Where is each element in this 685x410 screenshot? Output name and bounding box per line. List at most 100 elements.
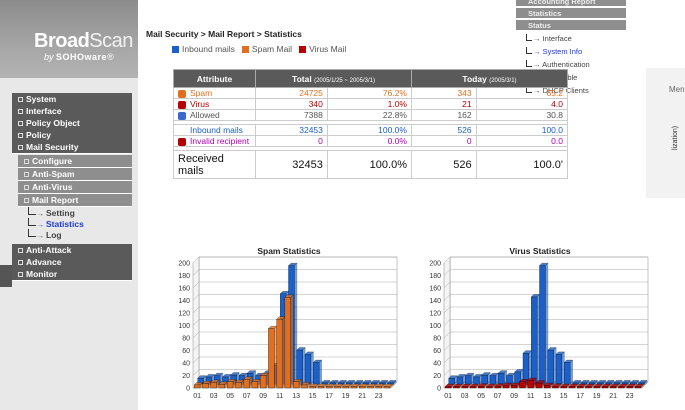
logo: BroadScan by SOHOware® <box>0 0 138 78</box>
bar-face <box>626 386 633 389</box>
cell-total: 0 <box>255 135 328 147</box>
side-note: lization) <box>672 125 679 150</box>
cell-today: 526 <box>410 124 477 136</box>
virus-chart: Virus Statistics 0 20 40 60 80 100 120 140 160 18… <box>422 246 658 406</box>
bar <box>292 378 302 389</box>
left-panel: BroadScan by SOHOware® System Interface Po… <box>0 0 138 410</box>
bar-side <box>290 294 294 389</box>
nav-item-label: Advance <box>26 257 62 267</box>
bar <box>226 378 236 389</box>
cell-attribute: Allowed <box>173 109 256 121</box>
y-tick-label: 40 <box>182 361 190 368</box>
nav-item-monitor[interactable]: Monitor <box>12 268 132 281</box>
x-tick-label: 01 <box>444 393 452 400</box>
legend-item-spam: Spam Mail <box>241 44 292 54</box>
menu-leaf-interface[interactable]: → Interface <box>526 34 572 44</box>
x-tick-label: 13 <box>292 393 300 400</box>
table-row-invalid-recipient: Invalid recipient 0 0.0% 0 0.0 <box>173 135 569 147</box>
bar-face <box>309 386 316 389</box>
bullet-icon <box>18 272 23 278</box>
cell-today: 0 <box>410 135 477 147</box>
bar <box>473 374 483 385</box>
bar-face <box>489 375 497 385</box>
cell-today: 162 <box>410 109 477 121</box>
bar <box>304 351 314 385</box>
bar <box>539 262 549 385</box>
bar-face <box>465 375 472 385</box>
bar-face <box>539 265 546 385</box>
bar-face <box>202 383 209 389</box>
nav-item-label: Monitor <box>26 269 58 279</box>
menu-bar-statistics[interactable]: Statistics <box>516 8 626 19</box>
x-tick-label: 13 <box>543 393 551 400</box>
nav-item-mail-security[interactable]: Mail Security <box>12 141 132 154</box>
bar-face <box>585 386 592 389</box>
row-label: Spam <box>190 88 213 98</box>
y-tick-label: 200 <box>429 261 441 268</box>
menu-bar-accounting-report[interactable]: Accounting Report <box>516 0 626 7</box>
bar-face <box>194 384 201 389</box>
bar <box>547 347 557 385</box>
y-tick-label: 200 <box>178 261 190 268</box>
bar-face <box>235 382 242 389</box>
cell-total: 32453 <box>255 150 328 179</box>
bar-face <box>268 328 275 389</box>
bar-face <box>453 386 460 389</box>
x-tick-label: 21 <box>358 393 366 400</box>
y-tick-label: 120 <box>178 311 190 318</box>
cell-today-pct: 0.0 <box>475 135 569 147</box>
menu-leaf-system-info[interactable]: → System Info <box>526 47 582 57</box>
menu-leaf-label: Authentication <box>542 60 590 69</box>
y-tick-label: 20 <box>433 373 441 380</box>
bar-face <box>486 386 493 389</box>
arrow-right-icon: → <box>533 34 543 43</box>
logo-title: BroadScan <box>34 30 133 52</box>
bullet-icon <box>18 145 23 151</box>
nav-item-label: Anti-Attack <box>26 245 72 255</box>
bar-face <box>367 386 374 389</box>
nav-subitem-configure[interactable]: Configure <box>18 155 132 168</box>
bar-face <box>544 385 551 389</box>
menu-leaf-label: System Info <box>542 47 583 56</box>
tree-line-icon <box>526 60 532 67</box>
cell-today: 526 <box>410 150 477 179</box>
bar-face <box>502 385 509 389</box>
legend: Inbound mails Spam Mail Virus Mail <box>172 44 346 54</box>
chart-title: Virus Statistics <box>509 246 571 256</box>
chart-title: Spam Statistics <box>257 246 321 256</box>
bullet-icon <box>18 260 23 266</box>
nav-item-label: System <box>26 94 57 104</box>
bar <box>497 370 508 385</box>
bar-face <box>383 386 390 389</box>
table-row-inbound: Inbound mails 32453 100.0% 526 100.0 <box>173 124 569 136</box>
bar-face <box>304 354 312 385</box>
bar-face <box>251 381 258 389</box>
x-tick-label: 11 <box>527 393 534 400</box>
bar-face <box>243 379 250 389</box>
bar <box>210 379 220 389</box>
bar-face <box>511 385 518 389</box>
bar-face <box>276 319 283 389</box>
menu-bar-status[interactable]: Status <box>516 20 626 31</box>
bar-face <box>293 381 300 389</box>
bar <box>296 347 306 385</box>
arrow-right-icon: → <box>37 222 44 229</box>
bar <box>243 376 253 389</box>
x-tick-label: 17 <box>576 393 584 400</box>
nav-subitem-mail-report[interactable]: Mail Report <box>18 194 132 207</box>
bar-face <box>445 386 452 389</box>
y-tick-label: 140 <box>429 298 441 305</box>
cell-total: 32453 <box>255 124 328 136</box>
bar-side <box>302 347 306 385</box>
mail-report-page: BroadScan by SOHOware® System Interface Po… <box>0 0 685 410</box>
nav-subitem-anti-virus[interactable]: Anti-Virus <box>18 181 132 194</box>
header-today: Today (2005/3/1) <box>410 69 569 88</box>
virus-chart-plot: 0 20 40 60 80 100 120 140 160 180 200 01 03 05 07 09 11 1… <box>429 256 649 400</box>
cell-attribute: Inbound mails <box>173 124 256 136</box>
nav-leaf-log[interactable]: → Log <box>28 229 62 241</box>
x-tick-label: 19 <box>593 393 601 400</box>
nav-subitem-anti-spam[interactable]: Anti-Spam <box>18 168 132 181</box>
y-tick-label: 0 <box>437 386 441 393</box>
bar-face <box>218 384 225 389</box>
bar-face <box>568 386 575 389</box>
